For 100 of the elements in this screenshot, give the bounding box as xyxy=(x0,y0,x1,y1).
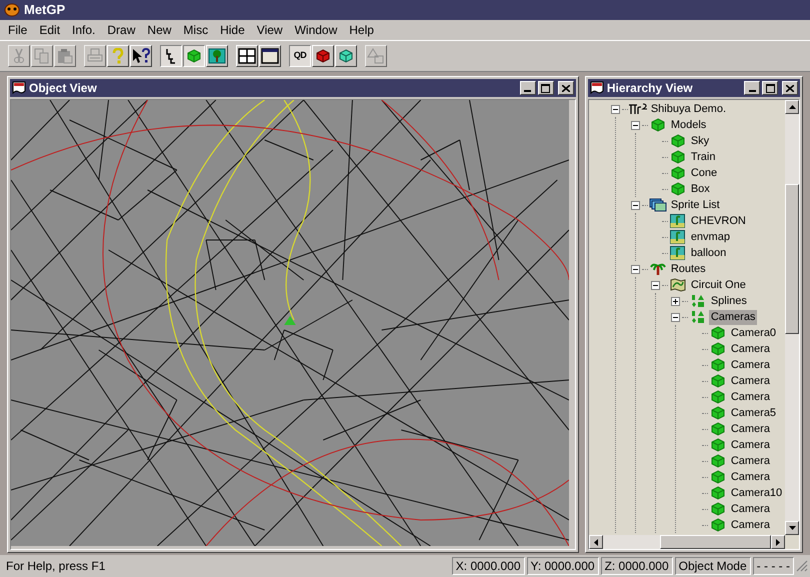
tree-item[interactable]: Models xyxy=(668,118,708,132)
cube-icon xyxy=(710,390,725,404)
status-pane: Z: 0000.000 xyxy=(600,557,673,575)
document-icon xyxy=(590,81,604,95)
menu-item[interactable]: New xyxy=(141,21,178,39)
cube-icon xyxy=(670,182,685,196)
tree-item[interactable]: Circuit One xyxy=(688,278,748,292)
cube-icon xyxy=(670,134,685,148)
cube-icon xyxy=(710,406,725,420)
cube-icon xyxy=(670,166,685,180)
scene-icon xyxy=(628,103,648,115)
tree-item[interactable]: Camera xyxy=(728,438,772,452)
collapse-toggle[interactable] xyxy=(630,120,640,130)
minimize-icon xyxy=(748,90,756,92)
tree-item[interactable]: envmap xyxy=(688,230,732,244)
cube-icon xyxy=(710,342,725,356)
collapse-toggle[interactable] xyxy=(610,104,620,114)
document-icon xyxy=(12,81,26,95)
tree-item[interactable]: Camera5 xyxy=(728,406,778,420)
vertical-scrollbar[interactable] xyxy=(785,100,799,535)
minimize-button[interactable] xyxy=(520,81,536,95)
help-icon xyxy=(112,48,124,64)
tree-item[interactable]: Sprite List xyxy=(668,198,722,212)
tree-picture-icon xyxy=(208,48,226,64)
menu-item[interactable]: File xyxy=(4,21,34,39)
menu-item[interactable]: Edit xyxy=(33,21,66,39)
resize-grip-icon xyxy=(796,560,808,572)
tree-item[interactable]: Box xyxy=(688,182,712,196)
status-pane: X: 0000.000 xyxy=(452,557,524,575)
toolbar-button[interactable]: QD xyxy=(289,45,311,67)
shapes-icon xyxy=(367,48,385,64)
clipboard-icon xyxy=(57,48,73,64)
cube-icon xyxy=(710,470,725,484)
tree-item[interactable]: Train xyxy=(688,150,718,164)
tree-item[interactable]: Camera0 xyxy=(728,326,778,340)
tree-item[interactable]: Cameras xyxy=(708,310,758,324)
maximize-icon xyxy=(541,84,550,92)
cube-icon xyxy=(710,502,725,516)
map-icon xyxy=(670,278,686,292)
tree-item[interactable]: Camera xyxy=(728,342,772,356)
menu-item[interactable]: Draw xyxy=(101,21,142,39)
cube-icon xyxy=(650,118,665,132)
tree-item[interactable]: CHEVRON xyxy=(688,214,748,228)
status-pane: Object Mode xyxy=(674,557,751,575)
tree-item[interactable]: Camera xyxy=(728,502,772,516)
app-logo-icon xyxy=(4,3,20,17)
collapse-toggle[interactable] xyxy=(670,312,680,322)
menu-item[interactable]: Help xyxy=(343,21,380,39)
tree-item[interactable]: Camera xyxy=(728,454,772,468)
maximize-button[interactable] xyxy=(762,81,778,95)
tree-item[interactable]: Camera xyxy=(728,374,772,388)
menu-item[interactable]: Hide xyxy=(214,21,251,39)
tree-item[interactable]: Camera xyxy=(728,518,772,532)
tree-item[interactable]: Cone xyxy=(688,166,720,180)
cube-icon xyxy=(187,49,201,63)
close-button[interactable] xyxy=(782,81,798,95)
tree-item[interactable]: balloon xyxy=(688,246,728,260)
textured-cube-icon xyxy=(339,49,353,63)
minimize-button[interactable] xyxy=(744,81,760,95)
expand-toggle[interactable] xyxy=(670,296,680,306)
cube-icon xyxy=(710,358,725,372)
menu-item[interactable]: Misc xyxy=(177,21,214,39)
picture-icon xyxy=(670,246,686,260)
left-arrow-icon xyxy=(594,538,598,546)
palm-tree-icon xyxy=(650,262,666,276)
up-arrow-icon xyxy=(788,105,796,109)
tree-item[interactable]: Routes xyxy=(668,262,708,276)
tree-item[interactable]: Shibuya Demo. xyxy=(648,102,728,116)
close-button[interactable] xyxy=(558,81,574,95)
cube-icon xyxy=(710,438,725,452)
stacked-pictures-icon xyxy=(648,198,667,212)
split-window-icon xyxy=(238,48,256,64)
window-title: Object View xyxy=(29,80,98,97)
minimize-icon xyxy=(524,90,532,92)
tree-item[interactable]: Camera xyxy=(728,390,772,404)
tree-item[interactable]: Camera xyxy=(728,358,772,372)
down-arrow-icon xyxy=(788,526,796,530)
menu-item[interactable]: Info. xyxy=(66,21,102,39)
toolbar-button[interactable] xyxy=(160,45,182,67)
tree-item[interactable]: Camera10 xyxy=(728,486,784,500)
picture-icon xyxy=(670,230,686,244)
tree-item[interactable]: Camera xyxy=(728,470,772,484)
menu-item[interactable]: Window xyxy=(288,21,344,39)
shapes-icon xyxy=(690,294,706,308)
close-icon xyxy=(562,84,570,92)
window-icon xyxy=(261,48,279,64)
horizontal-scrollbar[interactable] xyxy=(588,535,785,549)
status-pane: - - - - - xyxy=(752,557,794,575)
tree-item[interactable]: Camera xyxy=(728,422,772,436)
tree-item[interactable]: Splines xyxy=(708,294,749,308)
right-arrow-icon xyxy=(776,538,780,546)
tree-item[interactable]: Sky xyxy=(688,134,712,148)
maximize-button[interactable] xyxy=(538,81,554,95)
cube-icon xyxy=(710,374,725,388)
close-icon xyxy=(786,84,794,92)
collapse-toggle[interactable] xyxy=(630,264,640,274)
menu-item[interactable]: View xyxy=(250,21,289,39)
copy-icon xyxy=(34,48,50,64)
collapse-toggle[interactable] xyxy=(630,200,640,210)
collapse-toggle[interactable] xyxy=(650,280,660,290)
